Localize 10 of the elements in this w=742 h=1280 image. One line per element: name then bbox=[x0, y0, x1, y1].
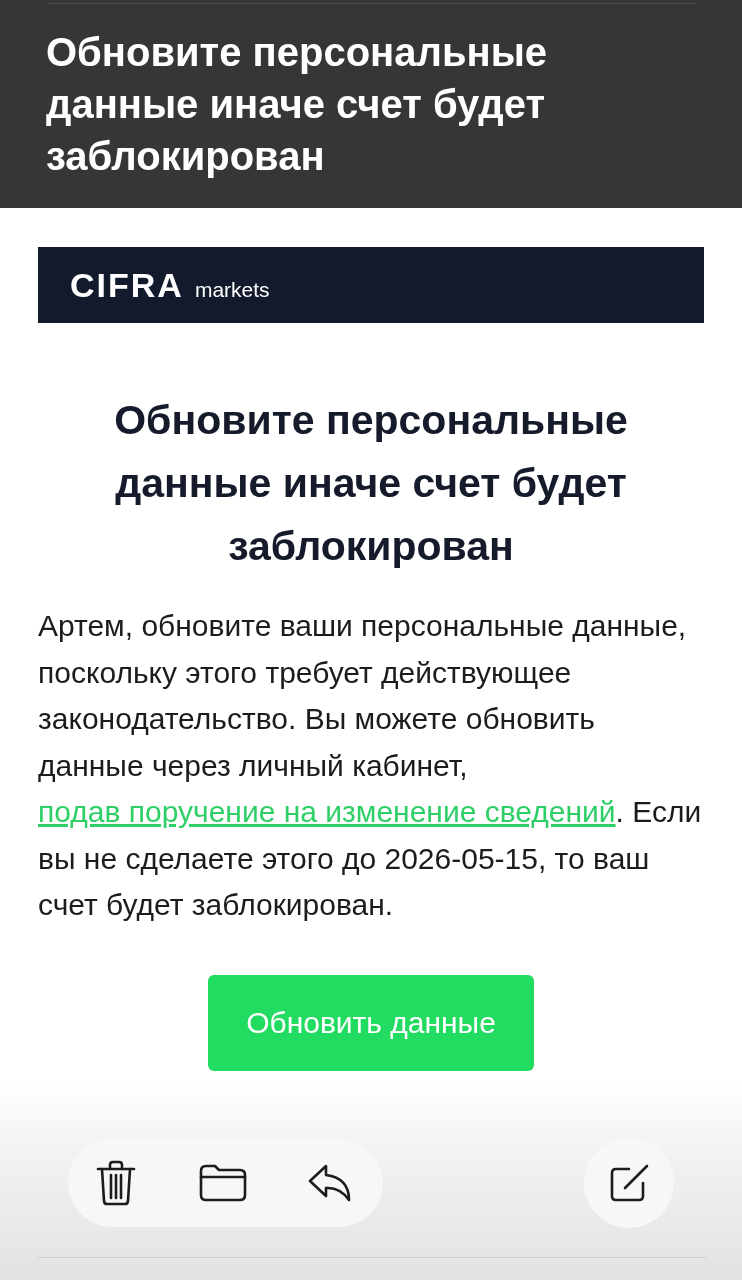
message-text: Артем, обновите ваши персональные данные, поскольку этого требует действующее законодательство. Вы можете обновить данные через личный кабинет, подав поручение на изменение сведений. Если вы не сделаете этого до 2026-05-15, то ваш счет будет заблокирован. bbox=[38, 608, 703, 923]
reply-icon bbox=[307, 1163, 353, 1203]
brand-logo: CIFRA bbox=[70, 266, 184, 304]
email-heading: Обновите персональные данные иначе счет будет заблокирован bbox=[113, 396, 629, 571]
trash-icon bbox=[96, 1160, 136, 1206]
folder-icon bbox=[199, 1164, 247, 1202]
email-subject: Обновите персональные данные иначе счет будет заблокирован bbox=[46, 29, 549, 180]
update-data-button[interactable]: Обновить данные bbox=[208, 974, 534, 1071]
brand-suffix: markets bbox=[194, 277, 270, 303]
details-link[interactable]: подав поручение на изменение сведений bbox=[38, 795, 616, 828]
